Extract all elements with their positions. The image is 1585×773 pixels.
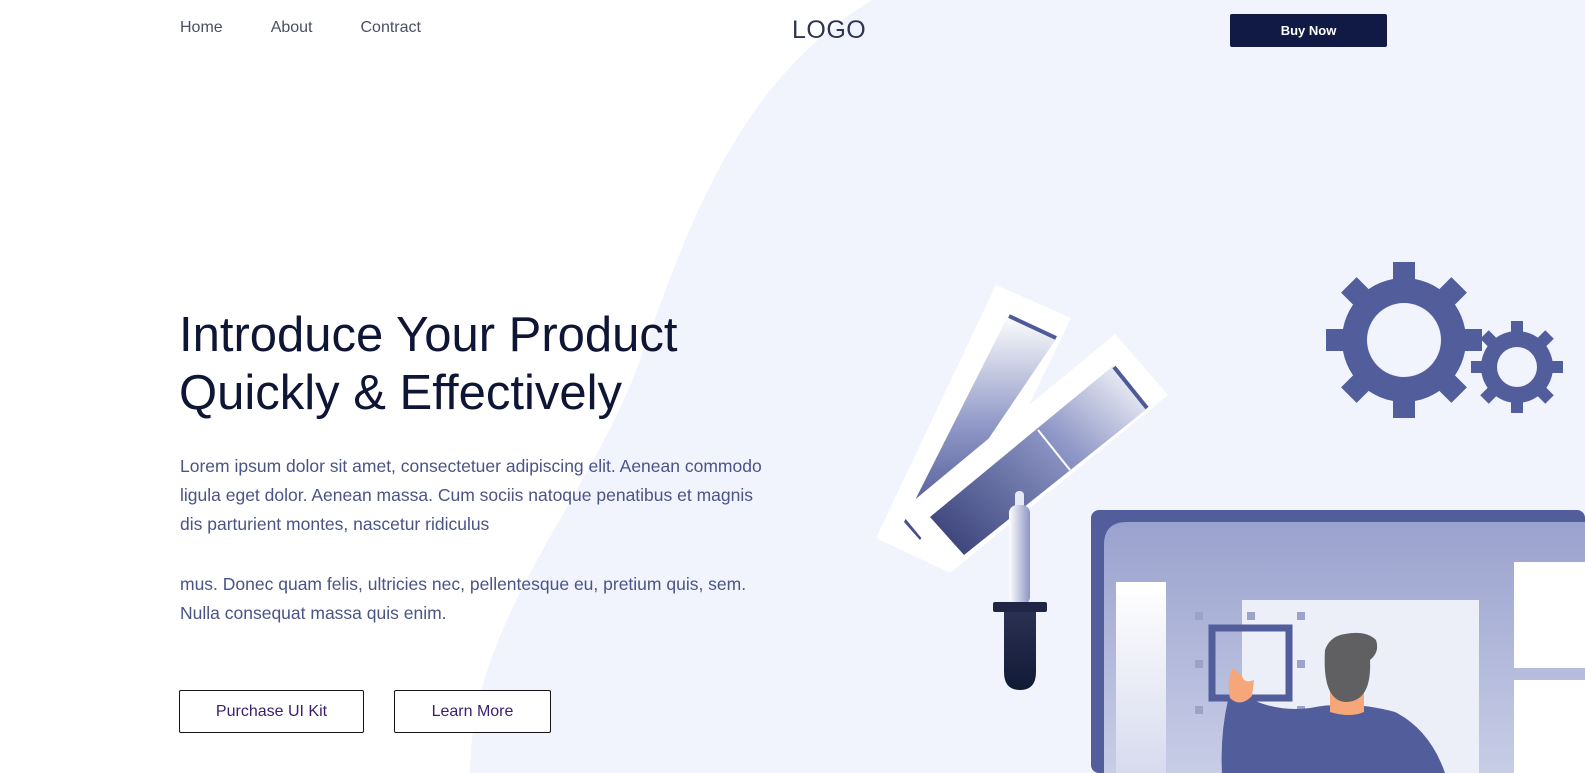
learn-more-button[interactable]: Learn More — [394, 690, 551, 733]
gear-icon — [1326, 262, 1482, 418]
nav-item-home[interactable]: Home — [180, 19, 223, 37]
buy-now-button[interactable]: Buy Now — [1230, 14, 1387, 47]
purchase-ui-kit-button[interactable]: Purchase UI Kit — [179, 690, 364, 733]
hero-description-2: mus. Donec quam felis, ultricies nec, pe… — [180, 574, 747, 623]
hero-title-line2: Quickly & Effectively — [179, 366, 622, 420]
hero-illustration — [876, 262, 1585, 773]
main-nav: Home About Contract — [180, 19, 469, 37]
nav-item-contract[interactable]: Contract — [361, 19, 421, 37]
hero-title-line1: Introduce Your Product — [179, 308, 678, 362]
hero-description-1: Lorem ipsum dolor sit amet, consectetuer… — [180, 456, 762, 534]
nav-item-about[interactable]: About — [271, 19, 313, 37]
gear-icon — [1471, 321, 1563, 413]
hero-title: Introduce Your Product Quickly & Effecti… — [179, 306, 819, 422]
site-logo[interactable]: LOGO — [792, 16, 866, 45]
